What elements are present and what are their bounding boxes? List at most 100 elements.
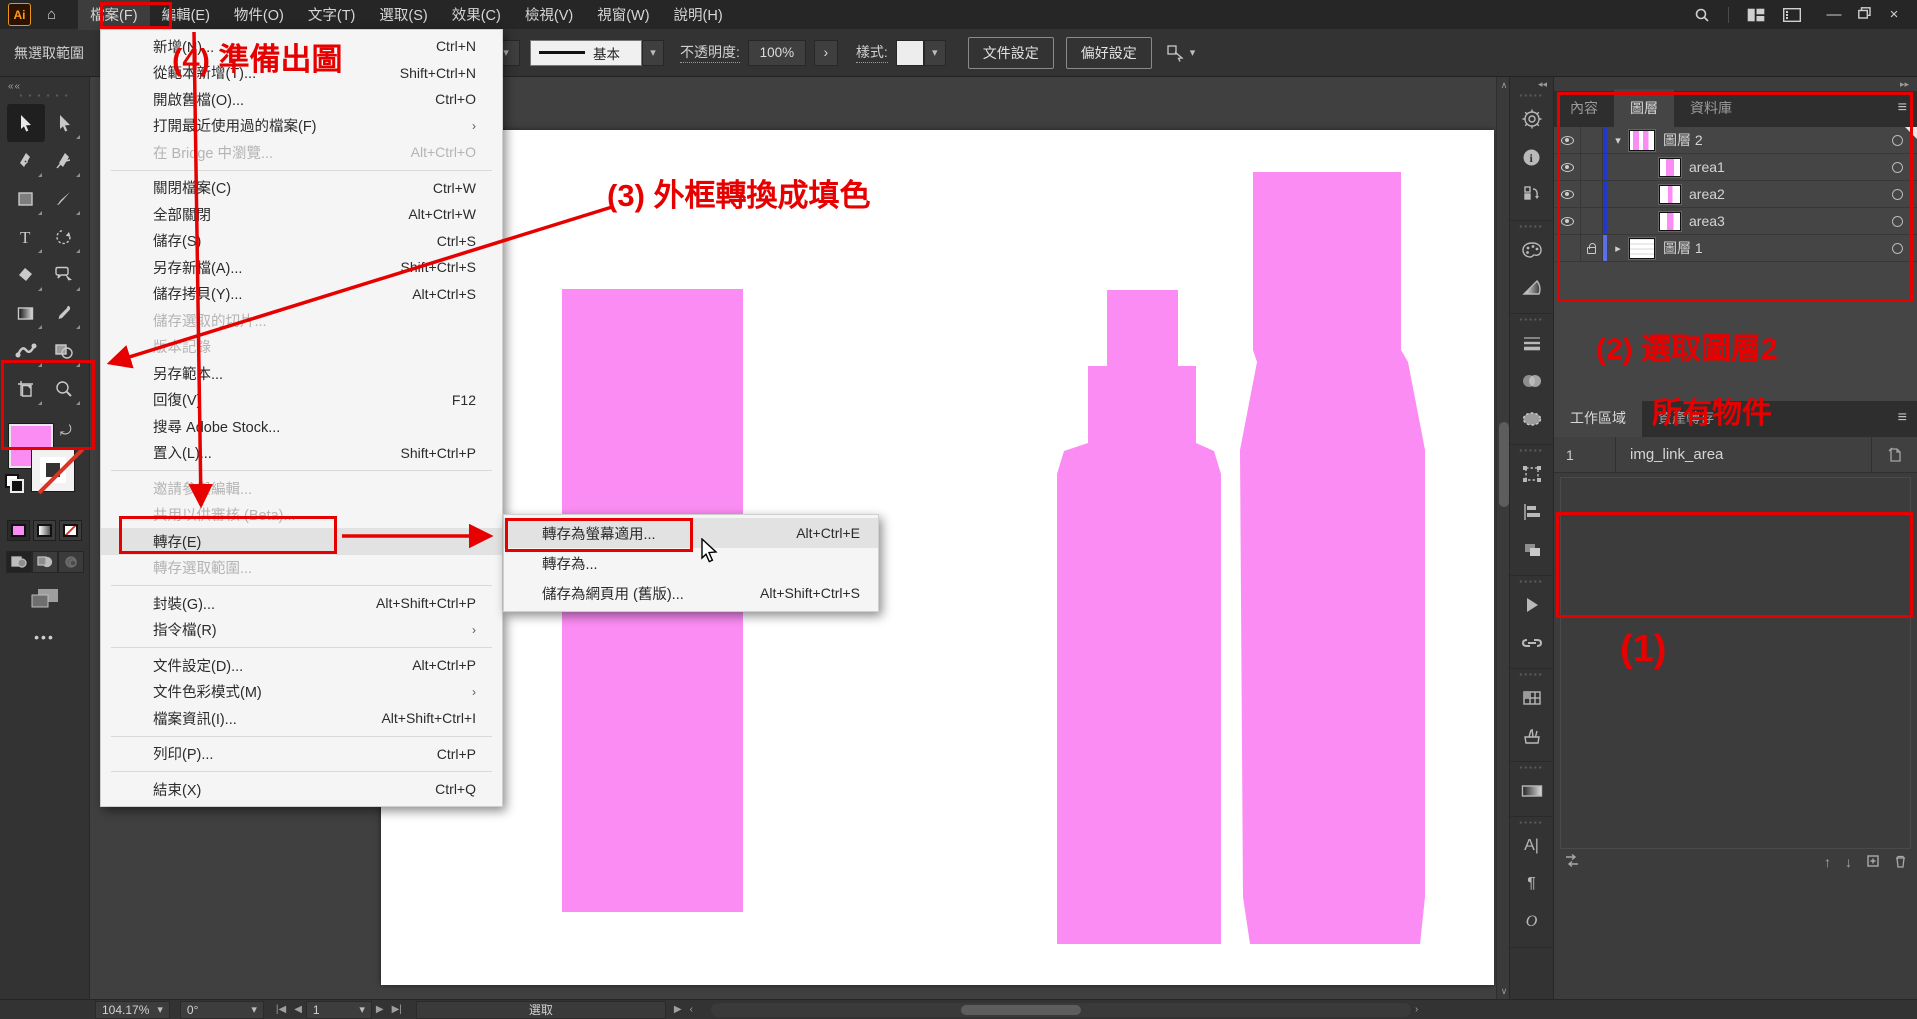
menu-item-save-as[interactable]: 另存新檔(A)...Shift+Ctrl+S: [101, 254, 502, 281]
menu-item-save-a-copy[interactable]: 儲存拷貝(Y)...Alt+Ctrl+S: [101, 281, 502, 308]
status-collapse-icon[interactable]: ‹: [690, 1004, 693, 1015]
workspace-switcher-icon[interactable]: [1747, 8, 1765, 22]
menu-type[interactable]: 文字(T): [296, 0, 368, 30]
restore-button[interactable]: [1849, 6, 1879, 23]
zoom-level-select[interactable]: 104.17%▾: [95, 1001, 170, 1019]
selection-tool[interactable]: [7, 104, 45, 142]
canvas-horizontal-scrollbar[interactable]: [711, 1003, 1411, 1017]
target-circle-icon[interactable]: [1892, 162, 1903, 173]
target-circle-icon[interactable]: [1892, 135, 1903, 146]
stroke-panel-icon[interactable]: [1510, 324, 1553, 362]
home-icon[interactable]: ⌂: [47, 6, 56, 23]
visibility-toggle[interactable]: [1554, 235, 1581, 261]
submenu-item-save-for-web-legacy[interactable]: 儲存為網頁用 (舊版)...Alt+Shift+Ctrl+S: [504, 578, 878, 608]
style-chevron[interactable]: ▾: [924, 40, 946, 66]
lock-toggle[interactable]: [1581, 127, 1603, 153]
menu-item-print[interactable]: 列印(P)...Ctrl+P: [101, 741, 502, 768]
layer-row-area3[interactable]: area3: [1554, 208, 1917, 235]
width-tool[interactable]: [7, 332, 45, 370]
menu-effect[interactable]: 效果(C): [440, 0, 513, 30]
opacity-expand-button[interactable]: ›: [814, 40, 838, 66]
menu-item-document-color-mode[interactable]: 文件色彩模式(M)›: [101, 679, 502, 706]
menu-item-search-adobe-stock[interactable]: 搜尋 Adobe Stock...: [101, 413, 502, 440]
vscroll-thumb[interactable]: [1499, 422, 1509, 507]
rotation-select[interactable]: 0°▾: [180, 1001, 264, 1019]
opacity-label[interactable]: 不透明度:: [680, 42, 740, 63]
menu-item-save[interactable]: 儲存(S)Ctrl+S: [101, 228, 502, 255]
panel-menu-icon[interactable]: ≡: [1898, 409, 1907, 427]
artboard-nav-select[interactable]: 1▾: [306, 1001, 372, 1019]
panel-menu-icon[interactable]: ≡: [1898, 99, 1907, 117]
tab-artboards[interactable]: 工作區域: [1554, 399, 1642, 437]
tab-libraries[interactable]: 資料庫: [1674, 89, 1748, 127]
color-ramp-icon[interactable]: [1510, 772, 1553, 810]
selection-options-icon[interactable]: [1510, 400, 1553, 438]
menu-item-close-all[interactable]: 全部關閉Alt+Ctrl+W: [101, 201, 502, 228]
rearrange-artboards-icon[interactable]: [1564, 853, 1580, 871]
submenu-item-export-as[interactable]: 轉存為...: [504, 548, 878, 578]
lock-toggle[interactable]: [1581, 235, 1603, 261]
artboard-options-icon[interactable]: [1871, 437, 1917, 472]
toolbar-drag-handle[interactable]: ▪ ▪ ▪ ▪ ▪ ▪: [0, 92, 89, 100]
curvature-tool[interactable]: [45, 142, 83, 180]
chevron-right-icon[interactable]: ▸: [1607, 242, 1629, 255]
layer-name[interactable]: 圖層 1: [1663, 238, 1703, 258]
visibility-toggle[interactable]: [1554, 181, 1581, 207]
move-up-icon[interactable]: ↑: [1824, 854, 1831, 870]
illustrator-logo-icon[interactable]: Ai: [8, 3, 31, 26]
pen-tool[interactable]: [7, 142, 45, 180]
opentype-panel-icon[interactable]: O: [1510, 903, 1553, 941]
search-icon[interactable]: [1694, 7, 1710, 23]
lock-toggle[interactable]: [1581, 154, 1603, 180]
chevron-down-icon[interactable]: ▾: [1607, 134, 1629, 147]
layer-name[interactable]: area3: [1689, 213, 1725, 229]
stroke-style-chevron[interactable]: ▾: [642, 40, 664, 66]
gradient-button[interactable]: [33, 520, 56, 541]
style-swatch[interactable]: [896, 40, 924, 66]
menu-item-scripts[interactable]: 指令檔(R)›: [101, 617, 502, 644]
direct-selection-tool[interactable]: [45, 104, 83, 142]
menu-item-exit[interactable]: 結束(X)Ctrl+Q: [101, 776, 502, 803]
gradient-tool[interactable]: [7, 294, 45, 332]
eraser-tool[interactable]: [7, 256, 45, 294]
canvas-vertical-scrollbar[interactable]: ∧ ∨: [1496, 77, 1510, 1000]
artboard-row[interactable]: 1 img_link_area: [1554, 437, 1917, 473]
layer-row-area1[interactable]: area1: [1554, 154, 1917, 181]
draw-normal-mode[interactable]: [6, 551, 32, 573]
delete-artboard-icon[interactable]: [1894, 854, 1907, 871]
info-icon[interactable]: i: [1510, 138, 1553, 176]
visibility-toggle[interactable]: [1554, 127, 1581, 153]
change-screen-mode-icon[interactable]: [28, 587, 62, 611]
target-circle-icon[interactable]: [1892, 216, 1903, 227]
rotate-tool[interactable]: [45, 218, 83, 256]
transparency-panel-icon[interactable]: [1510, 362, 1553, 400]
zoom-tool[interactable]: [45, 370, 83, 408]
menu-help[interactable]: 說明(H): [662, 0, 735, 30]
expand-panels-icon[interactable]: ◂◂: [1510, 77, 1553, 90]
default-fill-stroke-icon[interactable]: [5, 474, 21, 490]
pathfinder-panel-icon[interactable]: [1510, 531, 1553, 569]
layer-name[interactable]: area2: [1689, 186, 1725, 202]
submenu-item-export-for-screens[interactable]: 轉存為螢幕適用...Alt+Ctrl+E: [504, 518, 878, 548]
opacity-value-field[interactable]: 100%: [748, 40, 806, 66]
last-artboard-icon[interactable]: ▶|: [392, 1004, 402, 1015]
menu-item-open[interactable]: 開啟舊檔(O)...Ctrl+O: [101, 86, 502, 113]
stroke-style-select[interactable]: 基本: [530, 40, 642, 66]
tab-properties[interactable]: 內容: [1554, 89, 1614, 127]
stroke-color-swatch[interactable]: [31, 448, 75, 492]
menu-item-package[interactable]: 封裝(G)...Alt+Shift+Ctrl+P: [101, 590, 502, 617]
document-setup-button[interactable]: 文件設定: [968, 37, 1054, 69]
none-button[interactable]: [59, 520, 82, 541]
actions-panel-icon[interactable]: [1510, 586, 1553, 624]
visibility-toggle[interactable]: [1554, 154, 1581, 180]
status-expand-icon[interactable]: ▶: [674, 1004, 682, 1015]
draw-inside-mode[interactable]: [58, 551, 84, 573]
visibility-toggle[interactable]: [1554, 208, 1581, 234]
brushes-panel-icon[interactable]: [1510, 717, 1553, 755]
menu-item-file-info[interactable]: 檔案資訊(I)...Alt+Shift+Ctrl+I: [101, 705, 502, 732]
color-guide-wheel-icon[interactable]: [1510, 100, 1553, 138]
menu-item-document-setup[interactable]: 文件設定(D)...Alt+Ctrl+P: [101, 652, 502, 679]
next-artboard-icon[interactable]: ▶: [376, 1004, 384, 1015]
selection-tool-indicator[interactable]: ▾: [1166, 44, 1196, 62]
menu-object[interactable]: 物件(O): [222, 0, 296, 30]
